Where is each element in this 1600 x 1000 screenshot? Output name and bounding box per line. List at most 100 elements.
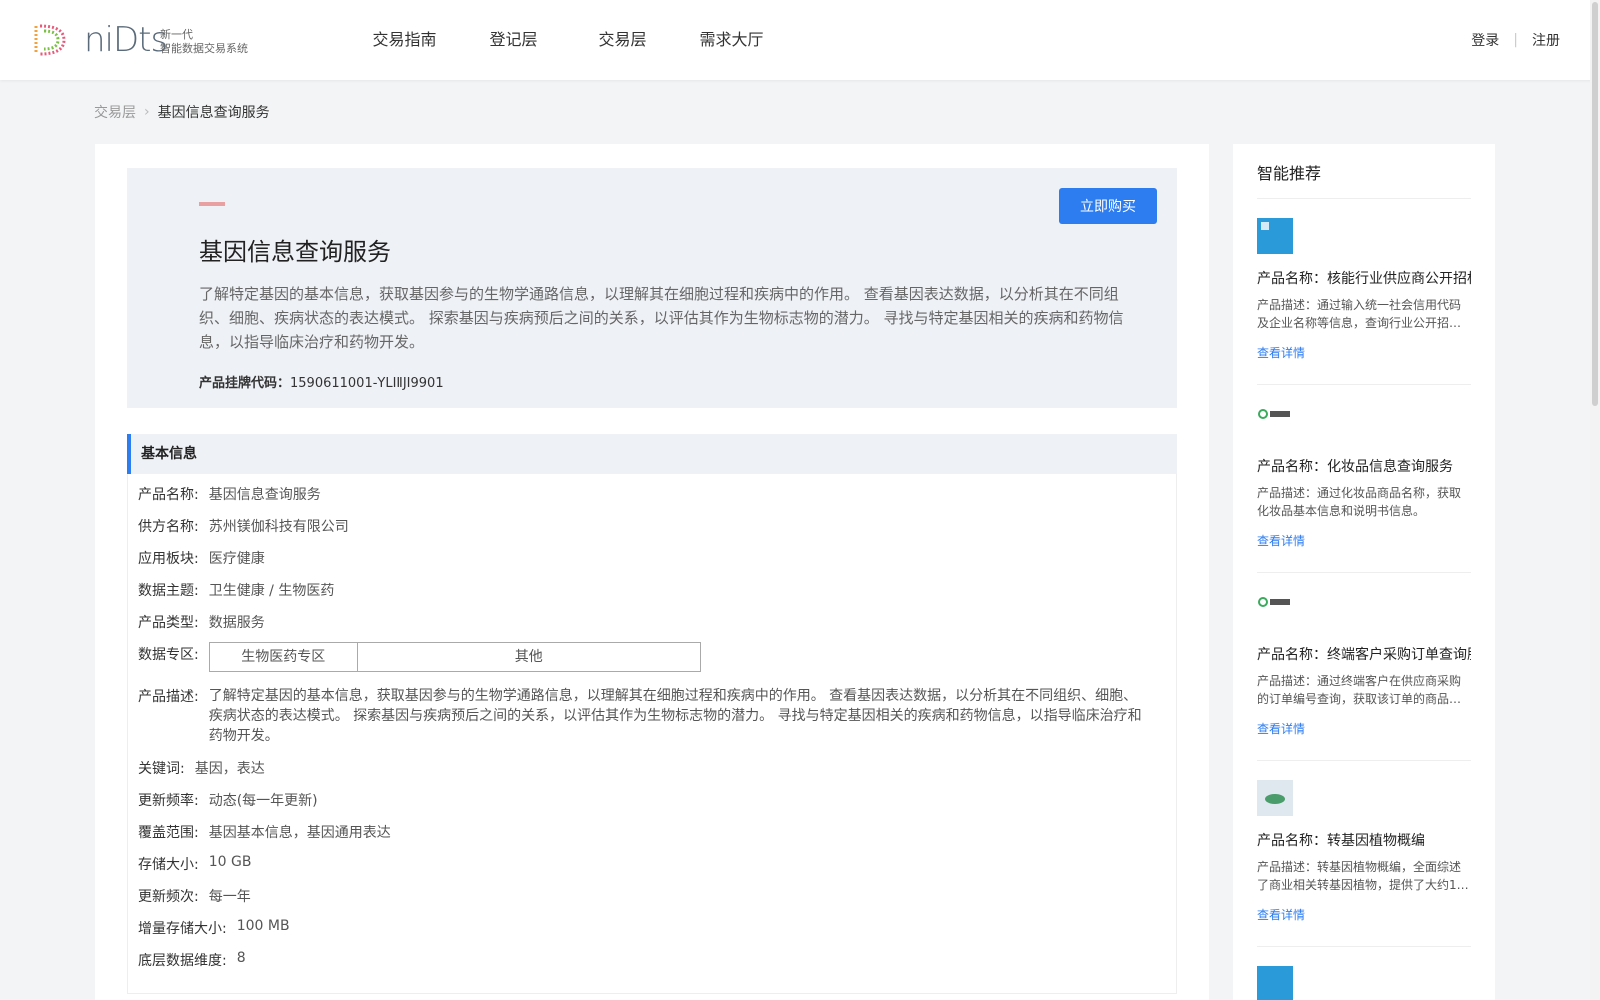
recommendation-item: 产品名称：转基因植物概编 产品描述：转基因植物概编，全面综述了商业相关转基因植物… <box>1257 780 1471 923</box>
info-row-type: 产品类型: 数据服务 <box>138 612 265 632</box>
listing-code-value: 1590611001-YLIⅡJI9901 <box>290 376 444 391</box>
view-details-link[interactable]: 查看详情 <box>1257 532 1471 549</box>
site-logo[interactable]: niDts 新一代 智能数据交易系统 <box>30 18 270 62</box>
info-row-product-name: 产品名称: 基因信息查询服务 <box>138 484 321 504</box>
divider <box>1257 946 1471 947</box>
info-key: 产品名称: <box>138 487 199 503</box>
data-zone-table: 生物医药专区 其他 <box>208 642 701 672</box>
view-details-link[interactable]: 查看详情 <box>1257 720 1471 737</box>
product-summary: 了解特定基因的基本信息，获取基因参与的生物学通路信息，以理解其在细胞过程和疾病中… <box>199 285 1124 351</box>
scrollbar-thumb[interactable] <box>1592 2 1598 406</box>
logo-wordmark: niDts <box>84 20 168 60</box>
brand-logo-icon <box>1258 409 1290 419</box>
info-key: 增量存储大小: <box>138 921 227 937</box>
info-value: 100 MB <box>236 918 290 934</box>
recommendation-thumbnail[interactable] <box>1257 406 1293 442</box>
recommendation-desc: 产品描述：转基因植物概编，全面综述了商业相关转基因植物，提供了大约1… <box>1257 860 1469 892</box>
product-title: 基因信息查询服务 <box>199 238 391 266</box>
info-key: 更新频次: <box>138 889 199 905</box>
breadcrumb-current: 基因信息查询服务 <box>157 105 270 121</box>
recommendation-name[interactable]: 产品名称：核能行业供应商公开招标 <box>1257 268 1471 288</box>
info-row-description: 产品描述: 了解特定基因的基本信息，获取基因参与的生物学通路信息，以理解其在细胞过… <box>138 686 1149 746</box>
info-row-storage: 存储大小: 10 GB <box>138 854 251 874</box>
recommendation-desc: 产品描述：通过化妆品商品名称，获取化妆品基本信息和说明书信息。 <box>1257 486 1462 518</box>
divider <box>1257 760 1471 761</box>
auth-links: 登录 | 注册 <box>1471 0 1560 80</box>
info-key: 产品类型: <box>138 615 199 631</box>
info-key: 数据主题: <box>138 583 199 599</box>
info-value: 基因信息查询服务 <box>208 487 321 503</box>
info-row-update-count: 更新频次: 每一年 <box>138 886 251 906</box>
product-hero: 基因信息查询服务 了解特定基因的基本信息，获取基因参与的生物学通路信息，以理解其… <box>127 168 1177 408</box>
register-link[interactable]: 注册 <box>1532 30 1560 50</box>
info-value: 动态(每一年更新) <box>208 793 318 809</box>
auth-divider: | <box>1513 32 1518 48</box>
chevron-right-icon: › <box>144 104 150 120</box>
recommendation-panel: 智能推荐 产品名称：核能行业供应商公开招标 产品描述：通过输入统一社会信用代码及… <box>1233 144 1495 1000</box>
info-key: 产品描述: <box>138 689 199 705</box>
info-value: 苏州镁伽科技有限公司 <box>208 519 349 535</box>
brand-logo-icon <box>1258 597 1290 607</box>
main-nav: 交易指南 登记层 交易层 需求大厅 <box>350 0 786 80</box>
info-row-dimensions: 底层数据维度: 8 <box>138 950 246 970</box>
info-row-sector: 应用板块: 医疗健康 <box>138 548 265 568</box>
recommendation-thumbnail[interactable] <box>1257 594 1293 630</box>
info-key: 应用板块: <box>138 551 199 567</box>
nav-demand-hall[interactable]: 需求大厅 <box>677 0 786 80</box>
logo-subtitle-line1: 新一代 <box>160 28 193 41</box>
info-value: 10 GB <box>208 854 252 870</box>
recommendation-desc: 产品描述：通过终端客户在供应商采购的订单编号查询，获取该订单的商品… <box>1257 674 1462 706</box>
nav-registration-layer[interactable]: 登记层 <box>459 0 568 80</box>
page-scrollbar[interactable] <box>1590 0 1600 1000</box>
divider <box>1257 384 1471 385</box>
listing-code-label: 产品挂牌代码： <box>199 376 291 391</box>
info-key: 数据专区: <box>138 647 199 663</box>
info-row-frequency: 更新频率: 动态(每一年更新) <box>138 790 318 810</box>
info-value: 基因基本信息，基因通用表达 <box>208 825 391 841</box>
product-detail-card: 基因信息查询服务 了解特定基因的基本信息，获取基因参与的生物学通路信息，以理解其… <box>95 144 1209 1000</box>
info-value: 医疗健康 <box>208 551 265 567</box>
recommendation-item: 产品名称：终端客户采购订单查询服务 产品描述：通过终端客户在供应商采购的订单编号… <box>1257 594 1471 737</box>
breadcrumb-parent[interactable]: 交易层 <box>94 102 136 122</box>
logo-subtitle-line2: 智能数据交易系统 <box>160 42 248 55</box>
recommendation-name[interactable]: 产品名称：终端客户采购订单查询服务 <box>1257 644 1471 664</box>
logo-subtitle: 新一代 智能数据交易系统 <box>160 28 248 56</box>
info-row-zone: 数据专区: 生物医药专区 其他 <box>138 642 701 672</box>
info-key: 关键词: <box>138 761 185 777</box>
divider <box>1257 572 1471 573</box>
info-value: 卫生健康 / 生物医药 <box>208 583 335 599</box>
recommendation-thumbnail[interactable] <box>1257 780 1293 816</box>
info-value: 8 <box>236 950 246 966</box>
zone-cell-secondary: 其他 <box>514 649 543 665</box>
recommendation-thumbnail[interactable] <box>1257 966 1293 1000</box>
product-logo <box>199 202 225 206</box>
recommendation-item <box>1257 966 1471 1000</box>
breadcrumb: 交易层 › 基因信息查询服务 <box>94 102 270 122</box>
recommendation-name[interactable]: 产品名称：转基因植物概编 <box>1257 830 1471 850</box>
nav-trading-layer[interactable]: 交易层 <box>568 0 677 80</box>
buy-now-button[interactable]: 立即购买 <box>1059 188 1157 224</box>
info-row-keywords: 关键词: 基因，表达 <box>138 758 265 778</box>
info-row-incremental-size: 增量存储大小: 100 MB <box>138 918 290 938</box>
recommendation-item: 产品名称：核能行业供应商公开招标 产品描述：通过输入统一社会信用代码及企业名称等… <box>1257 218 1471 361</box>
view-details-link[interactable]: 查看详情 <box>1257 344 1471 361</box>
top-header: niDts 新一代 智能数据交易系统 交易指南 登记层 交易层 需求大厅 登录 … <box>0 0 1600 80</box>
nav-trade-guide[interactable]: 交易指南 <box>350 0 459 80</box>
info-row-supplier: 供方名称: 苏州镁伽科技有限公司 <box>138 516 349 536</box>
info-value: 数据服务 <box>208 615 265 631</box>
info-value: 每一年 <box>208 889 251 905</box>
login-link[interactable]: 登录 <box>1471 30 1499 50</box>
info-row-topic: 数据主题: 卫生健康 / 生物医药 <box>138 580 334 600</box>
info-value: 基因，表达 <box>194 761 265 777</box>
info-key: 覆盖范围: <box>138 825 199 841</box>
recommendation-name[interactable]: 产品名称：化妆品信息查询服务 <box>1257 456 1471 476</box>
info-row-coverage: 覆盖范围: 基因基本信息，基因通用表达 <box>138 822 391 842</box>
info-key: 底层数据维度: <box>138 953 227 969</box>
listing-code: 产品挂牌代码：1590611001-YLIⅡJI9901 <box>199 372 444 391</box>
basic-info-heading: 基本信息 <box>127 434 1177 474</box>
info-key: 更新频率: <box>138 793 199 809</box>
recommendation-thumbnail[interactable] <box>1257 218 1293 254</box>
view-details-link[interactable]: 查看详情 <box>1257 906 1471 923</box>
info-key: 供方名称: <box>138 519 199 535</box>
zone-cell-primary: 生物医药专区 <box>210 643 358 671</box>
